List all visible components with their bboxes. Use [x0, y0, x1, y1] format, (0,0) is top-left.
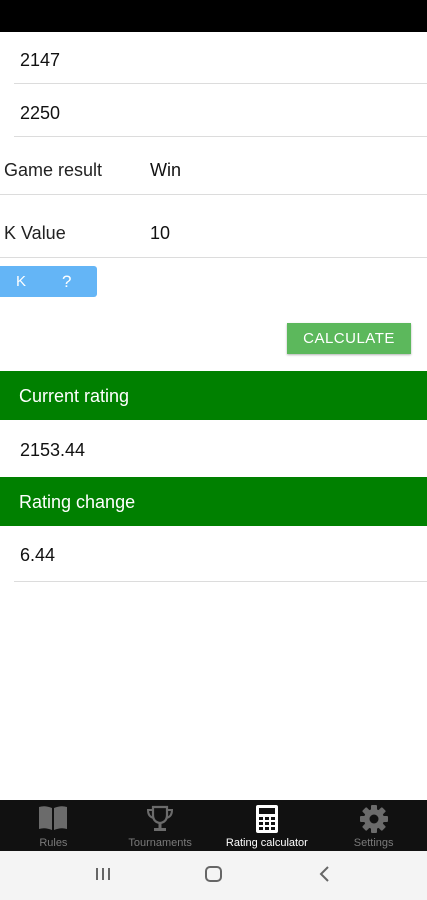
k-help-button[interactable]: K ?: [0, 266, 97, 297]
rating-change-value: 6.44: [20, 545, 56, 565]
system-navigation-bar: [0, 851, 427, 900]
recent-apps-icon[interactable]: [94, 865, 112, 889]
game-result-select[interactable]: Win: [150, 160, 181, 181]
game-result-label: Game result: [4, 160, 103, 180]
divider: [14, 581, 427, 582]
divider: [14, 83, 427, 84]
opponent-rating-field[interactable]: 2250: [0, 85, 427, 137]
nav-rules-label: Rules: [39, 837, 68, 849]
home-icon[interactable]: [204, 865, 224, 889]
calculator-icon: [255, 804, 279, 839]
back-icon[interactable]: [318, 865, 332, 889]
k-value-row[interactable]: K Value 10: [0, 200, 427, 258]
opponent-rating-input[interactable]: 2250: [20, 103, 60, 124]
book-icon: [37, 804, 69, 837]
divider: [14, 136, 427, 137]
rating-change-header: Rating change: [0, 477, 427, 526]
question-icon: ?: [62, 271, 72, 291]
k-value-label: K Value: [4, 223, 66, 243]
divider: [0, 257, 427, 258]
game-result-row[interactable]: Game result Win: [0, 140, 427, 195]
nav-tournaments-label: Tournaments: [128, 837, 192, 849]
nav-settings[interactable]: Settings: [320, 800, 427, 851]
player-rating-input[interactable]: 2147: [20, 50, 60, 71]
current-rating-value: 2153.44: [20, 440, 86, 460]
bottom-navigation: Rules Tournaments Rating calculator Sett…: [0, 800, 427, 851]
nav-rating-calculator[interactable]: Rating calculator: [214, 800, 321, 851]
rating-change-title: Rating change: [19, 492, 136, 512]
status-bar: [0, 0, 427, 32]
trophy-icon: [145, 804, 175, 839]
nav-tournaments[interactable]: Tournaments: [107, 800, 214, 851]
k-value-select[interactable]: 10: [150, 223, 170, 244]
gear-icon: [359, 804, 389, 839]
nav-rating-calculator-label: Rating calculator: [225, 837, 308, 849]
calculate-button[interactable]: CALCULATE: [287, 323, 411, 354]
k-help-letter: K: [16, 273, 27, 290]
current-rating-header: Current rating: [0, 371, 427, 420]
player-rating-field[interactable]: 2147: [0, 32, 427, 84]
current-rating-title: Current rating: [19, 386, 130, 406]
nav-rules[interactable]: Rules: [0, 800, 107, 851]
divider: [0, 194, 427, 195]
nav-settings-label: Settings: [353, 837, 394, 849]
